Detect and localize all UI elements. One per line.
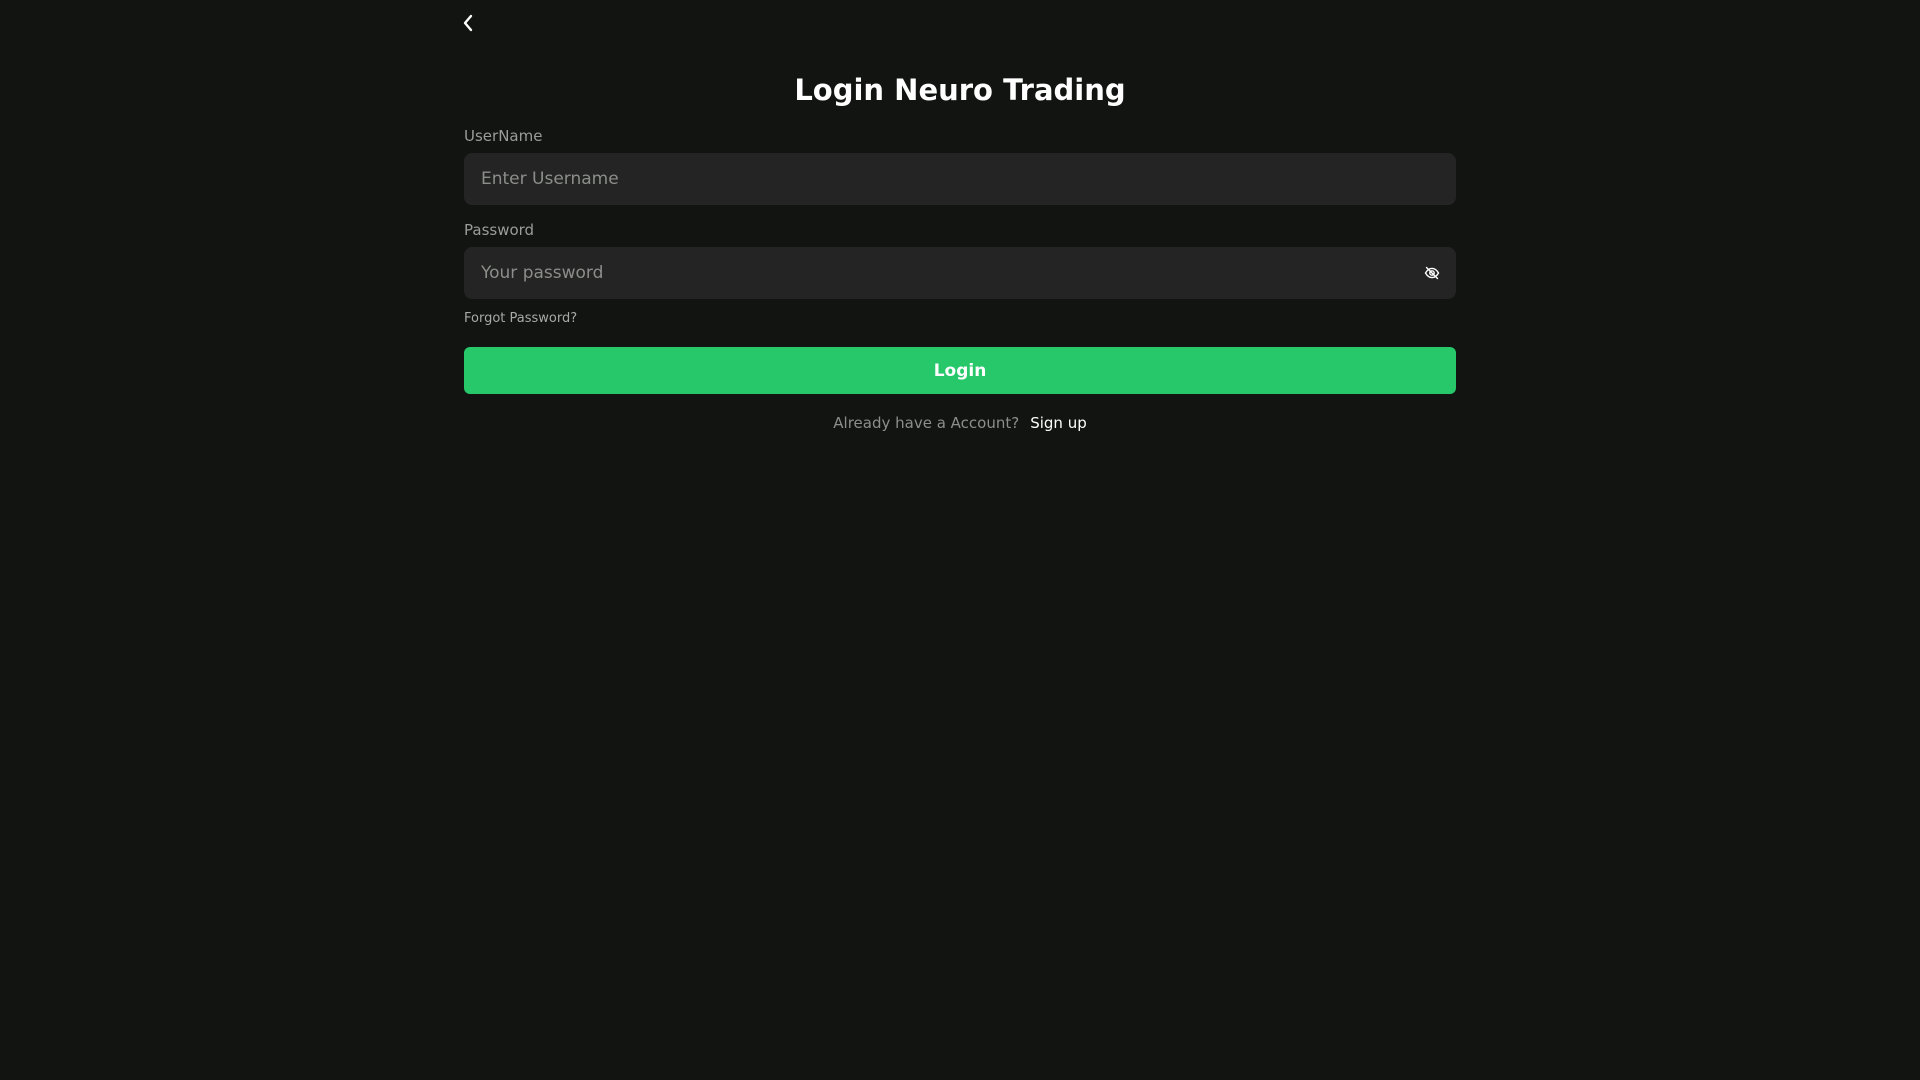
signup-link[interactable]: Sign up: [1030, 412, 1087, 434]
login-button[interactable]: Login: [464, 347, 1456, 394]
username-field-container: [464, 153, 1456, 205]
back-button[interactable]: [458, 10, 478, 36]
username-label: UserName: [464, 127, 543, 145]
signup-prompt: Already have a Account?: [833, 414, 1020, 432]
password-label: Password: [464, 221, 535, 239]
signup-row: Already have a Account? Sign up: [464, 412, 1456, 434]
username-input[interactable]: [464, 153, 1456, 205]
page-title: Login Neuro Trading: [794, 73, 1126, 107]
login-page: Login Neuro Trading UserName Password Fo…: [0, 0, 1920, 1080]
forgot-password-link[interactable]: Forgot Password?: [464, 310, 577, 328]
eye-off-icon: [1424, 266, 1440, 280]
password-input[interactable]: [464, 247, 1456, 299]
password-visibility-toggle[interactable]: [1422, 263, 1442, 283]
chevron-left-icon: [463, 14, 473, 32]
password-field-container: [464, 247, 1456, 299]
